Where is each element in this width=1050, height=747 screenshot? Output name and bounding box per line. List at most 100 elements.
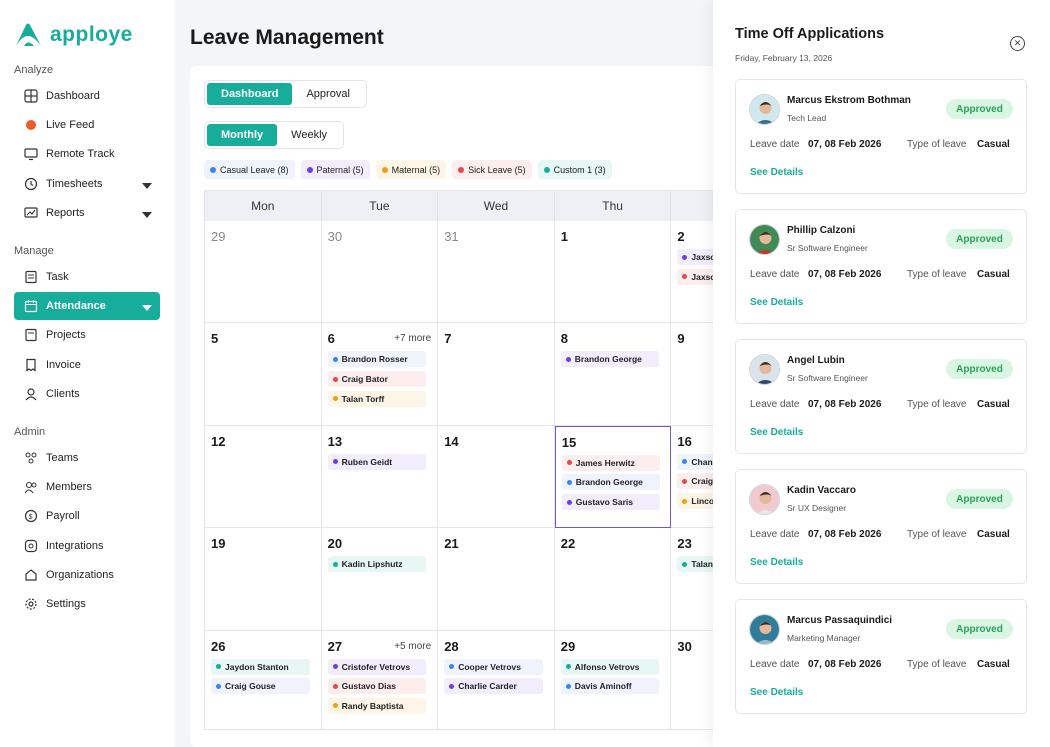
- day-number: 1: [560, 229, 569, 244]
- leave-type-chip[interactable]: Casual Leave (8): [204, 160, 295, 179]
- day-number: 27: [327, 638, 343, 654]
- calendar-day-cell[interactable]: 14: [438, 425, 555, 529]
- leave-event[interactable]: Brandon Rosser: [327, 351, 427, 368]
- sidebar-item-integrations[interactable]: Integrations: [14, 532, 160, 560]
- calendar-day-cell[interactable]: 5: [205, 323, 322, 426]
- invoice-icon: [24, 358, 38, 372]
- leave-event[interactable]: Gustavo Dias: [327, 678, 427, 695]
- leave-date-value: 07, 08 Feb 2026: [808, 269, 882, 280]
- calendar-day-cell[interactable]: 30: [321, 221, 439, 324]
- sidebar-item-reports[interactable]: Reports: [14, 199, 160, 227]
- day-number: 15: [561, 434, 577, 450]
- calendar-day-cell[interactable]: 13 Ruben Geidt: [321, 425, 439, 529]
- calendar-day-cell[interactable]: 22: [554, 528, 672, 631]
- event-dot: [682, 459, 688, 465]
- leave-event[interactable]: Alfonso Vetrovs: [560, 658, 660, 675]
- calendar-day-cell[interactable]: 15 James Herwitz Brandon George Gustavo Sar…: [554, 425, 672, 529]
- sidebar-item-label: Reports: [46, 206, 85, 219]
- calendar-day-cell[interactable]: 27 +5 more Cristofer Vetrovs Gustavo Dias Ra…: [321, 630, 439, 729]
- leave-event[interactable]: Talan Torff: [327, 390, 427, 407]
- sidebar-item-payroll[interactable]: $ Payroll: [14, 502, 160, 530]
- calendar-day-cell[interactable]: 26 Jaydon Stanton Craig Gouse: [205, 630, 322, 729]
- leave-type-value: Casual: [977, 659, 1010, 670]
- applicant-name: Phillip Calzoni: [787, 225, 856, 236]
- sidebar-item-settings[interactable]: Settings: [14, 590, 160, 618]
- calendar-day-cell[interactable]: 31: [438, 221, 555, 324]
- calendar-day-cell[interactable]: 29: [205, 221, 322, 324]
- leave-event[interactable]: Craig Gouse: [211, 678, 310, 695]
- calendar-day-cell[interactable]: 20 Kadin Lipshutz: [321, 528, 439, 631]
- calendar-day-cell[interactable]: 6 +7 more Brandon Rosser Craig Bator Talan T…: [321, 323, 439, 426]
- sidebar-item-invoice[interactable]: Invoice: [14, 351, 160, 379]
- close-icon[interactable]: ✕: [1010, 36, 1025, 51]
- leave-event[interactable]: Randy Baptista: [327, 697, 427, 714]
- leave-date-value: 07, 08 Feb 2026: [808, 659, 882, 670]
- calendar-day-cell[interactable]: 21: [438, 528, 555, 631]
- leave-event[interactable]: Kadin Lipshutz: [327, 556, 427, 573]
- sidebar-item-timesheets[interactable]: Timesheets: [14, 170, 160, 198]
- sidebar-item-attendance[interactable]: Attendance: [14, 292, 160, 321]
- leave-event[interactable]: Charlie Carder: [444, 678, 543, 695]
- calendar-day-cell[interactable]: 7: [438, 323, 555, 426]
- leave-event[interactable]: Brandon George: [560, 351, 660, 368]
- leave-event[interactable]: Cooper Vetrovs: [444, 658, 543, 675]
- sidebar-item-clients[interactable]: Clients: [14, 380, 160, 408]
- calendar-day-cell[interactable]: 8 Brandon George: [554, 323, 672, 426]
- leave-event[interactable]: Ruben Geidt: [327, 453, 427, 470]
- leave-event[interactable]: Craig Bator: [327, 371, 427, 388]
- more-events-link[interactable]: +5 more: [394, 641, 431, 652]
- see-details-link[interactable]: See Details: [750, 427, 803, 438]
- leave-type-chip[interactable]: Maternal (5): [375, 160, 447, 179]
- tab-monthly[interactable]: Monthly: [207, 124, 278, 146]
- leave-type-chip[interactable]: Custom 1 (3): [537, 160, 612, 179]
- day-number: 7: [444, 331, 452, 347]
- leave-type-chip[interactable]: Paternal (5): [300, 160, 370, 179]
- chevron-down-icon[interactable]: [142, 180, 152, 192]
- teams-icon: [24, 451, 38, 465]
- calendar-day-cell[interactable]: 12: [205, 425, 322, 529]
- see-details-link[interactable]: See Details: [750, 297, 803, 308]
- chevron-down-icon[interactable]: [142, 209, 152, 221]
- day-number: 19: [211, 536, 226, 552]
- calendar-day-cell[interactable]: 19: [205, 528, 322, 631]
- chevron-down-icon[interactable]: [142, 302, 152, 314]
- sidebar-item-live-feed[interactable]: Live Feed: [14, 111, 160, 139]
- leave-event[interactable]: Cristofer Vetrovs: [327, 658, 427, 675]
- see-details-link[interactable]: See Details: [750, 687, 803, 698]
- see-details-link[interactable]: See Details: [750, 557, 803, 568]
- sidebar-item-dashboard[interactable]: Dashboard: [14, 82, 160, 110]
- application-card: Marcus Ekstrom Bothman Tech Lead Approved L…: [735, 79, 1027, 194]
- tab-approval[interactable]: Approval: [292, 83, 363, 105]
- leave-event[interactable]: Brandon George: [561, 474, 661, 491]
- event-dot: [682, 254, 688, 260]
- calendar-day-cell[interactable]: 1: [554, 221, 672, 324]
- leave-event[interactable]: Jaydon Stanton: [211, 658, 310, 675]
- leave-event[interactable]: Gustavo Saris: [561, 494, 661, 511]
- sidebar-item-members[interactable]: Members: [14, 473, 160, 501]
- calendar-day-cell[interactable]: 29 Alfonso Vetrovs Davis Aminoff: [554, 630, 672, 729]
- see-details-link[interactable]: See Details: [750, 167, 803, 178]
- sidebar-item-teams[interactable]: Teams: [14, 444, 160, 472]
- event-dot: [565, 664, 571, 670]
- event-dot: [332, 664, 338, 670]
- event-name: Gustavo Saris: [575, 497, 633, 508]
- leave-event[interactable]: James Herwitz: [561, 454, 661, 471]
- sidebar-item-remote-track[interactable]: Remote Track: [14, 140, 160, 168]
- event-dot: [565, 683, 571, 689]
- applicant-name: Kadin Vaccaro: [787, 485, 856, 496]
- apploye-logo[interactable]: apploye: [14, 22, 133, 48]
- leave-type-value: Casual: [977, 399, 1010, 410]
- leave-type-chip[interactable]: Sick Leave (5): [452, 160, 532, 179]
- applicant-role: Tech Lead: [787, 113, 827, 123]
- sidebar-item-label: Clients: [46, 387, 80, 400]
- tab-weekly[interactable]: Weekly: [277, 124, 341, 146]
- sidebar-item-label: Projects: [46, 329, 86, 342]
- sidebar-item-projects[interactable]: Projects: [14, 321, 160, 349]
- leave-event[interactable]: Davis Aminoff: [560, 678, 660, 695]
- more-events-link[interactable]: +7 more: [394, 333, 431, 344]
- sidebar-item-task[interactable]: Task: [14, 263, 160, 291]
- calendar-day-cell[interactable]: 28 Cooper Vetrovs Charlie Carder: [438, 630, 555, 729]
- projects-icon: [24, 328, 38, 342]
- sidebar-item-organizations[interactable]: Organizations: [14, 561, 160, 589]
- tab-dashboard[interactable]: Dashboard: [207, 83, 293, 105]
